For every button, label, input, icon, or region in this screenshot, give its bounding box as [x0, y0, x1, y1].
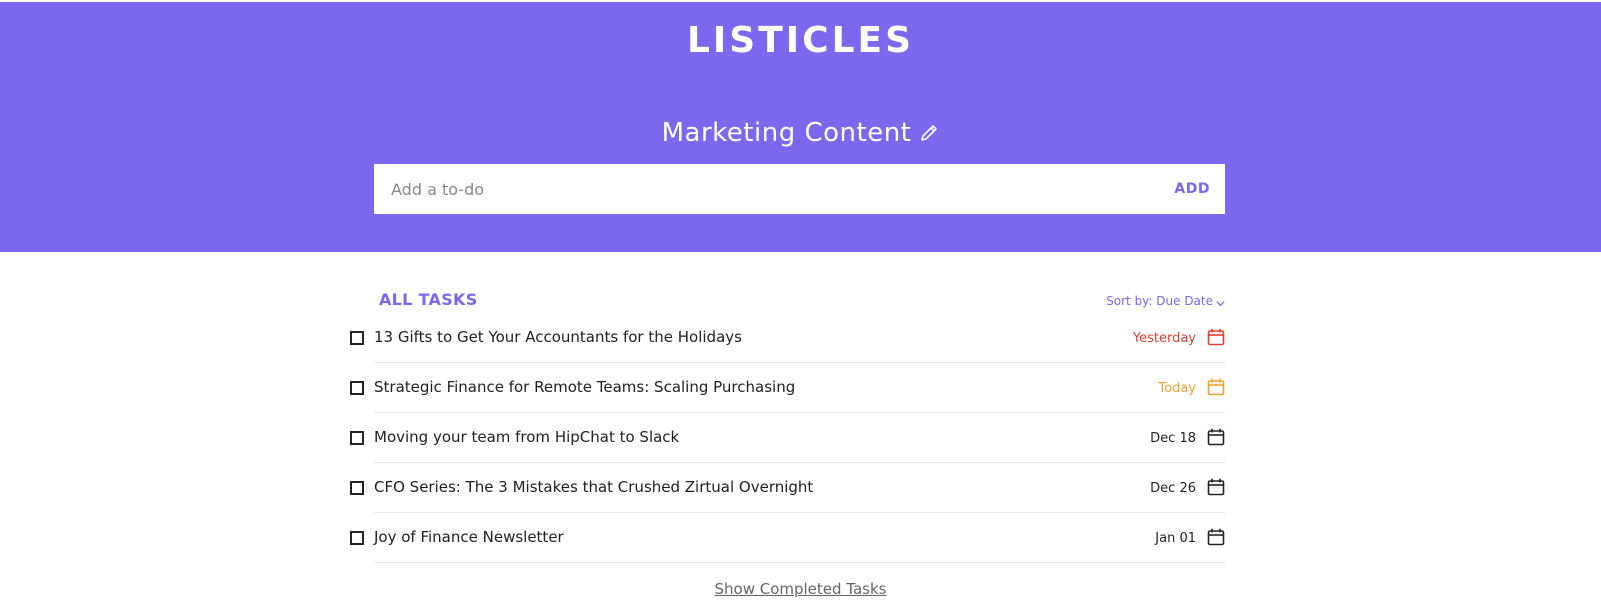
all-tasks-label: ALL TASKS [379, 290, 478, 309]
task-title[interactable]: 13 Gifts to Get Your Accountants for the… [374, 328, 742, 346]
task-due-date: Today [1158, 381, 1196, 396]
pencil-icon[interactable] [919, 123, 939, 143]
list-title-row: Marketing Content [0, 118, 1601, 148]
add-todo-input[interactable] [374, 164, 1160, 214]
task-title[interactable]: Strategic Finance for Remote Teams: Scal… [374, 378, 795, 396]
calendar-icon[interactable] [1207, 478, 1225, 496]
calendar-icon[interactable] [1207, 328, 1225, 346]
show-completed-row: Show Completed Tasks [0, 579, 1601, 598]
header-banner: LISTICLES Marketing Content [0, 2, 1601, 252]
task-checkbox[interactable] [350, 381, 364, 395]
calendar-icon[interactable] [1207, 528, 1225, 546]
task-due-date: Dec 18 [1150, 431, 1196, 446]
task-title[interactable]: CFO Series: The 3 Mistakes that Crushed … [374, 478, 813, 496]
add-button[interactable]: ADD [1159, 164, 1225, 214]
task-row: Strategic Finance for Remote Teams: Scal… [348, 363, 1225, 413]
task-row: Joy of Finance Newsletter Jan 01 [348, 513, 1225, 563]
divider [374, 562, 1225, 563]
task-title[interactable]: Moving your team from HipChat to Slack [374, 428, 679, 446]
chevron-down-icon [1216, 297, 1225, 306]
add-todo-bar: ADD [374, 164, 1225, 214]
task-row: Moving your team from HipChat to Slack D… [348, 413, 1225, 463]
task-due-date: Jan 01 [1155, 531, 1196, 546]
task-list: 13 Gifts to Get Your Accountants for the… [348, 313, 1225, 563]
calendar-icon[interactable] [1207, 428, 1225, 446]
task-checkbox[interactable] [350, 531, 364, 545]
calendar-icon[interactable] [1207, 378, 1225, 396]
task-checkbox[interactable] [350, 431, 364, 445]
list-header: ALL TASKS Sort by: Due Date [374, 286, 1225, 316]
sort-label: Sort by: Due Date [1106, 294, 1213, 308]
sort-dropdown[interactable]: Sort by: Due Date [1106, 294, 1225, 308]
task-checkbox[interactable] [350, 481, 364, 495]
task-checkbox[interactable] [350, 331, 364, 345]
show-completed-link[interactable]: Show Completed Tasks [714, 580, 886, 598]
app-title: LISTICLES [686, 20, 915, 61]
list-title: Marketing Content [661, 118, 912, 148]
task-row: 13 Gifts to Get Your Accountants for the… [348, 313, 1225, 363]
task-title[interactable]: Joy of Finance Newsletter [374, 528, 564, 546]
task-due-date: Yesterday [1132, 331, 1196, 346]
task-due-date: Dec 26 [1150, 481, 1196, 496]
task-row: CFO Series: The 3 Mistakes that Crushed … [348, 463, 1225, 513]
